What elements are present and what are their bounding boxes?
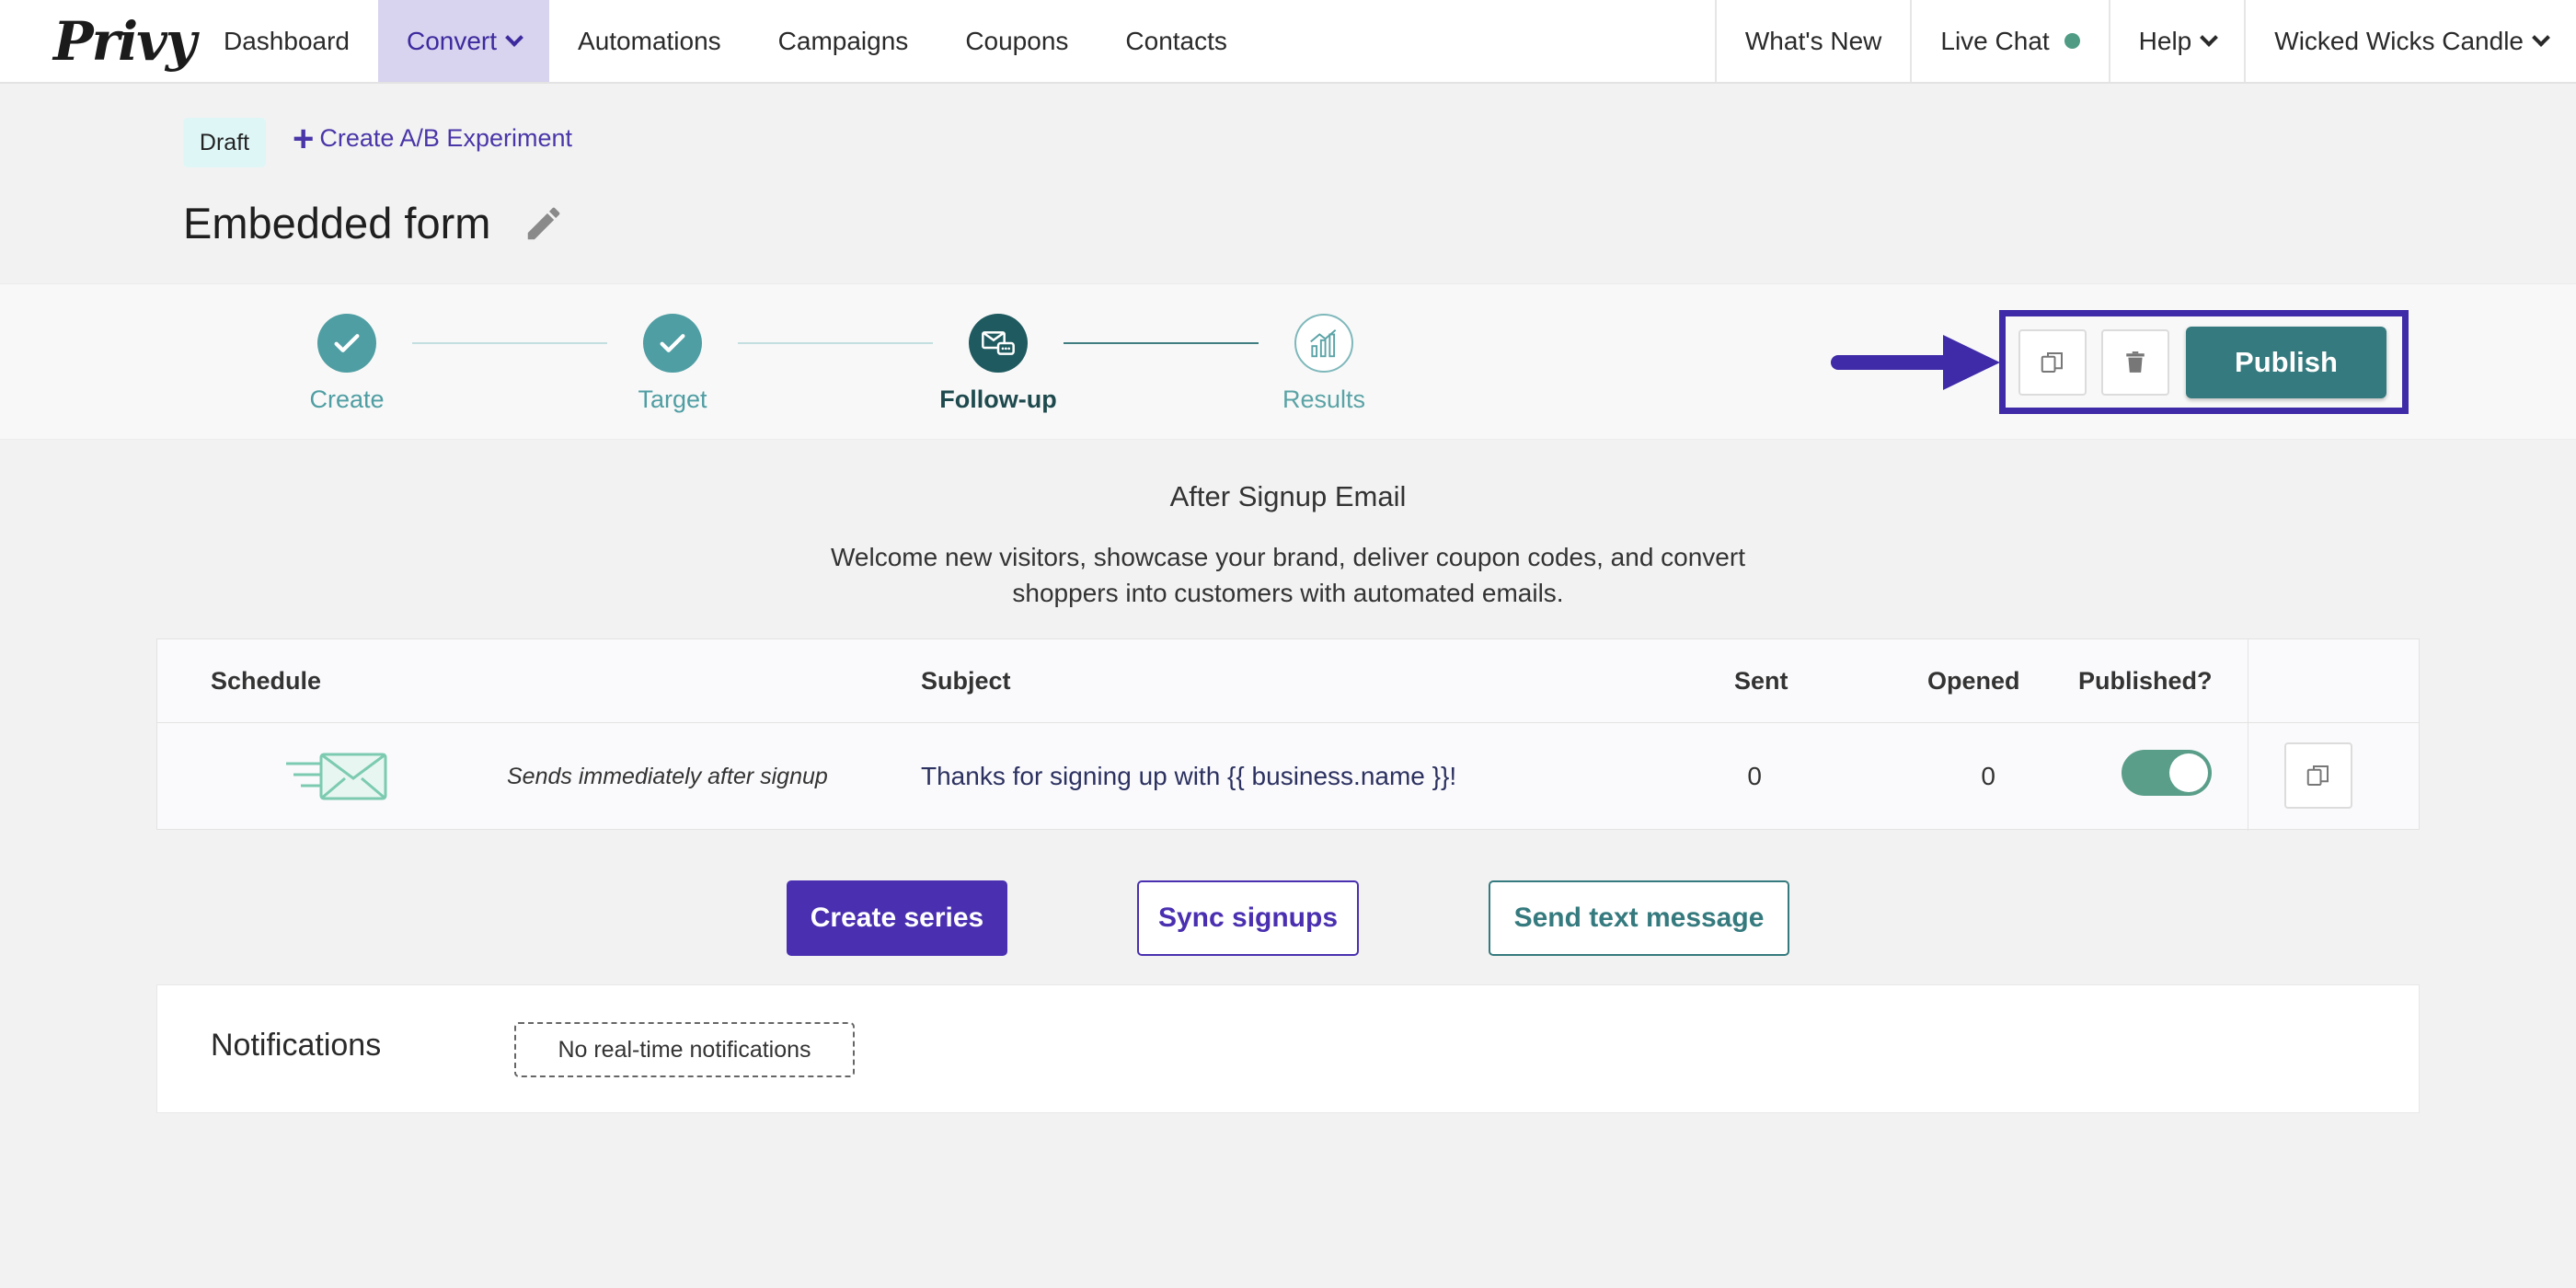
step-create[interactable]: Create bbox=[255, 314, 439, 414]
sent-count: 0 bbox=[1747, 762, 1762, 790]
check-icon bbox=[643, 314, 702, 373]
step-results[interactable]: Results bbox=[1232, 314, 1416, 414]
delete-button[interactable] bbox=[2101, 328, 2169, 396]
opened-count: 0 bbox=[1981, 762, 1995, 790]
publish-button[interactable]: Publish bbox=[2186, 326, 2386, 398]
header-opened: Opened bbox=[1927, 667, 2020, 695]
email-table: Schedule Subject Sent Opened Published? … bbox=[156, 638, 2420, 831]
nav-contacts[interactable]: Contacts bbox=[1097, 0, 1256, 82]
nav-convert[interactable]: Convert bbox=[377, 0, 550, 82]
nav-whats-new[interactable]: What's New bbox=[1714, 0, 1911, 82]
pencil-icon[interactable] bbox=[523, 202, 565, 245]
nav-coupons[interactable]: Coupons bbox=[937, 0, 1097, 82]
chevron-down-icon bbox=[2532, 28, 2550, 47]
nav-account-menu[interactable]: Wicked Wicks Candle bbox=[2244, 0, 2576, 82]
send-text-message-button[interactable]: Send text message bbox=[1489, 880, 1789, 956]
bar-chart-icon bbox=[1294, 314, 1353, 373]
page-title: Embedded form bbox=[183, 199, 491, 247]
nav-campaigns[interactable]: Campaigns bbox=[750, 0, 937, 82]
highlighted-action-group: Publish bbox=[1999, 310, 2409, 414]
header-schedule: Schedule bbox=[211, 667, 322, 695]
notifications-panel: Notifications No real-time notifications bbox=[156, 984, 2420, 1113]
notifications-empty-state: No real-time notifications bbox=[514, 1022, 855, 1077]
email-subject-link[interactable]: Thanks for signing up with {{ business.n… bbox=[921, 762, 1456, 791]
email-chat-icon bbox=[969, 314, 1028, 373]
envelope-speed-icon bbox=[286, 753, 387, 800]
toggle-knob bbox=[2169, 753, 2208, 792]
published-toggle[interactable] bbox=[2122, 750, 2212, 796]
step-connector bbox=[738, 342, 933, 344]
table-row[interactable]: Sends immediately after signup Thanks fo… bbox=[157, 723, 2419, 830]
annotation-arrow-icon bbox=[1831, 335, 2000, 390]
section-title: After Signup Email bbox=[1169, 480, 1407, 512]
check-icon bbox=[317, 314, 376, 373]
chevron-down-icon bbox=[505, 28, 523, 47]
table-header: Schedule Subject Sent Opened Published? bbox=[157, 639, 2419, 723]
duplicate-email-button[interactable] bbox=[2284, 742, 2352, 809]
duplicate-button[interactable] bbox=[2018, 328, 2087, 396]
step-connector bbox=[412, 342, 607, 344]
create-ab-experiment-link[interactable]: + Create A/B Experiment bbox=[293, 118, 572, 159]
header-sent: Sent bbox=[1734, 667, 1788, 695]
duplicate-icon bbox=[2041, 351, 2063, 373]
nav-automations[interactable]: Automations bbox=[549, 0, 750, 82]
status-badge: Draft bbox=[183, 118, 266, 167]
privy-logo[interactable]: Privy bbox=[0, 0, 197, 82]
notifications-title: Notifications bbox=[211, 1028, 382, 1063]
step-connector bbox=[1064, 342, 1259, 344]
sync-signups-button[interactable]: Sync signups bbox=[1137, 880, 1359, 956]
nav-live-chat[interactable]: Live Chat bbox=[1910, 0, 2108, 82]
nav-dashboard[interactable]: Dashboard bbox=[195, 0, 378, 82]
trash-icon bbox=[2126, 351, 2145, 373]
chevron-down-icon bbox=[2200, 28, 2219, 47]
nav-right-group: What's New Live Chat Help Wicked Wicks C… bbox=[1714, 0, 2576, 82]
step-follow-up[interactable]: Follow-up bbox=[906, 314, 1090, 414]
online-status-dot bbox=[2064, 33, 2080, 49]
create-series-button[interactable]: Create series bbox=[787, 880, 1007, 956]
duplicate-icon bbox=[2306, 765, 2329, 786]
schedule-text: Sends immediately after signup bbox=[507, 764, 828, 789]
header-subject: Subject bbox=[921, 667, 1011, 695]
top-navigation: Privy Dashboard Convert Automations Camp… bbox=[0, 0, 2576, 84]
nav-help[interactable]: Help bbox=[2108, 0, 2245, 82]
step-target[interactable]: Target bbox=[581, 314, 765, 414]
section-description: Welcome new visitors, showcase your bran… bbox=[831, 543, 1745, 607]
header-published: Published? bbox=[2078, 667, 2213, 695]
plus-icon: + bbox=[293, 118, 315, 159]
